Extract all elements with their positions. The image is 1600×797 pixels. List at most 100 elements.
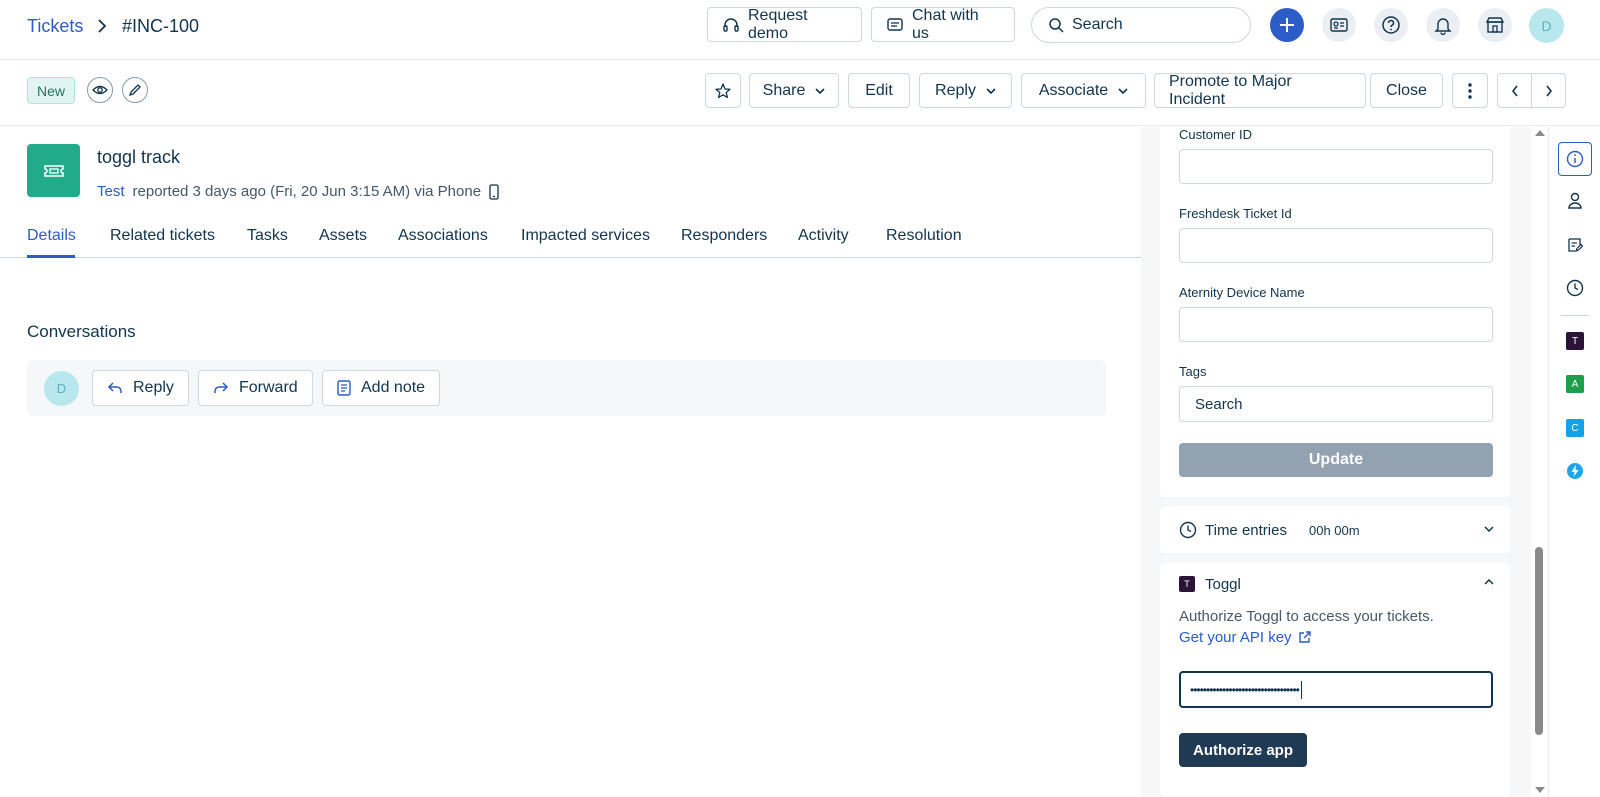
scroll-up-arrow-icon[interactable] xyxy=(1535,130,1545,136)
ticket-icon xyxy=(43,163,65,179)
previous-ticket-button[interactable] xyxy=(1497,73,1532,108)
contact-card-button[interactable] xyxy=(1322,8,1356,42)
chat-with-us-label: Chat with us xyxy=(912,6,979,42)
ticket-info-tab[interactable] xyxy=(1558,142,1592,176)
edit-pencil-button[interactable] xyxy=(122,77,148,103)
properties-card: Customer ID Freshdesk Ticket Id Aternity… xyxy=(1160,127,1511,497)
notifications-button[interactable] xyxy=(1426,8,1460,42)
toggl-app-card: T Toggl Authorize Toggl to access your t… xyxy=(1160,563,1511,797)
customer-id-input[interactable] xyxy=(1179,149,1493,184)
associate-button[interactable]: Associate xyxy=(1021,73,1146,108)
aternity-device-name-input[interactable] xyxy=(1179,307,1493,342)
app-c-tab[interactable]: C xyxy=(1561,414,1589,442)
chevron-down-icon xyxy=(1484,525,1494,533)
conversations-heading: Conversations xyxy=(27,322,136,341)
plus-icon xyxy=(1278,16,1296,34)
api-key-input[interactable]: •••••••••••••••••••••••••••••••••• xyxy=(1179,671,1493,708)
notes-icon xyxy=(1567,237,1583,253)
app-a-icon: A xyxy=(1566,375,1584,393)
promote-label: Promote to Major Incident xyxy=(1169,72,1292,108)
user-avatar[interactable]: D xyxy=(1529,8,1564,43)
tab-resolution[interactable]: Resolution xyxy=(886,227,962,245)
favorite-button[interactable] xyxy=(705,73,741,108)
global-search-input[interactable]: Search xyxy=(1031,7,1251,43)
tab-details[interactable]: Details xyxy=(27,227,76,245)
app-a-tab[interactable]: A xyxy=(1561,370,1589,398)
status-badge: New xyxy=(27,77,76,104)
marketplace-button[interactable] xyxy=(1478,8,1512,42)
chat-icon xyxy=(886,16,904,34)
requester-link[interactable]: Test xyxy=(97,183,125,200)
chevron-up-icon[interactable] xyxy=(1484,578,1494,586)
get-api-key-link[interactable]: Get your API key xyxy=(1179,629,1311,646)
new-item-button[interactable] xyxy=(1270,8,1304,42)
forward-button[interactable]: Forward xyxy=(198,370,313,406)
api-key-value: •••••••••••••••••••••••••••••••••• xyxy=(1190,682,1300,697)
tab-activity[interactable]: Activity xyxy=(798,227,849,245)
freshdesk-ticket-id-label: Freshdesk Ticket Id xyxy=(1179,206,1292,221)
info-icon xyxy=(1566,150,1584,168)
more-actions-button[interactable] xyxy=(1452,73,1488,108)
breadcrumb-tickets-link[interactable]: Tickets xyxy=(27,16,83,37)
add-note-button[interactable]: Add note xyxy=(322,370,441,406)
notes-tab[interactable] xyxy=(1561,231,1589,259)
scroll-down-arrow-icon[interactable] xyxy=(1535,787,1545,793)
toggl-logo-icon: T xyxy=(1179,576,1195,592)
add-note-button-label: Add note xyxy=(361,379,426,396)
lightning-app-tab[interactable] xyxy=(1561,457,1589,485)
tab-associations[interactable]: Associations xyxy=(398,227,488,245)
close-label: Close xyxy=(1386,81,1427,99)
watch-button[interactable] xyxy=(87,77,113,103)
panel-scrollbar[interactable] xyxy=(1531,127,1548,797)
time-entries-card[interactable]: Time entries 00h 00m xyxy=(1160,506,1511,553)
request-demo-label: Request demo xyxy=(748,6,808,42)
chevron-down-icon xyxy=(986,87,996,95)
toggl-app-icon: T xyxy=(1566,332,1584,350)
forward-icon xyxy=(213,381,229,395)
next-ticket-button[interactable] xyxy=(1531,73,1566,108)
tab-tasks[interactable]: Tasks xyxy=(247,227,288,245)
search-icon xyxy=(1048,17,1064,33)
tags-input[interactable]: Search xyxy=(1179,386,1493,422)
tab-responders[interactable]: Responders xyxy=(681,227,767,245)
text-cursor xyxy=(1300,680,1302,699)
help-button[interactable] xyxy=(1374,8,1408,42)
agent-avatar: D xyxy=(44,371,79,406)
reply-button[interactable]: Reply xyxy=(92,370,189,406)
breadcrumb-current: #INC-100 xyxy=(122,16,200,36)
store-icon xyxy=(1485,16,1505,34)
tab-related-tickets[interactable]: Related tickets xyxy=(110,227,215,245)
share-button[interactable]: Share xyxy=(749,73,839,108)
chevron-down-icon xyxy=(815,87,825,95)
requester-info-tab[interactable] xyxy=(1561,187,1589,215)
chat-with-us-button[interactable]: Chat with us xyxy=(871,7,1015,42)
ticket-meta-text: reported 3 days ago (Fri, 20 Jun 3:15 AM… xyxy=(132,183,482,200)
edit-label: Edit xyxy=(865,81,893,99)
ticket-toolbar: New Share Edit Reply Associate Promote t… xyxy=(0,60,1600,126)
reply-dropdown-button[interactable]: Reply xyxy=(919,73,1012,108)
toggl-app-tab[interactable]: T xyxy=(1561,327,1589,355)
time-log-tab[interactable] xyxy=(1561,274,1589,302)
ticket-meta: Test reported 3 days ago (Fri, 20 Jun 3:… xyxy=(97,183,499,200)
star-icon xyxy=(714,82,732,100)
authorize-app-button[interactable]: Authorize app xyxy=(1179,733,1307,767)
ticket-properties-panel: Customer ID Freshdesk Ticket Id Aternity… xyxy=(1141,127,1548,797)
aternity-device-name-label: Aternity Device Name xyxy=(1179,285,1305,300)
chevron-right-icon xyxy=(1545,85,1553,97)
tab-assets[interactable]: Assets xyxy=(319,227,367,245)
time-entries-label: Time entries xyxy=(1205,522,1287,539)
help-icon xyxy=(1381,15,1401,35)
request-demo-button[interactable]: Request demo xyxy=(707,7,862,42)
customer-id-label: Customer ID xyxy=(1179,127,1252,142)
edit-button[interactable]: Edit xyxy=(848,73,910,108)
close-ticket-button[interactable]: Close xyxy=(1370,73,1443,108)
scroll-thumb[interactable] xyxy=(1535,547,1543,735)
tags-label: Tags xyxy=(1179,364,1207,379)
external-link-icon xyxy=(1298,631,1311,644)
update-button[interactable]: Update xyxy=(1179,443,1493,477)
freshdesk-ticket-id-input[interactable] xyxy=(1179,228,1493,263)
promote-major-incident-button[interactable]: Promote to Major Incident xyxy=(1154,73,1366,108)
time-entries-value: 00h 00m xyxy=(1309,523,1360,538)
tab-impacted-services[interactable]: Impacted services xyxy=(521,227,650,245)
bell-icon xyxy=(1434,15,1452,35)
